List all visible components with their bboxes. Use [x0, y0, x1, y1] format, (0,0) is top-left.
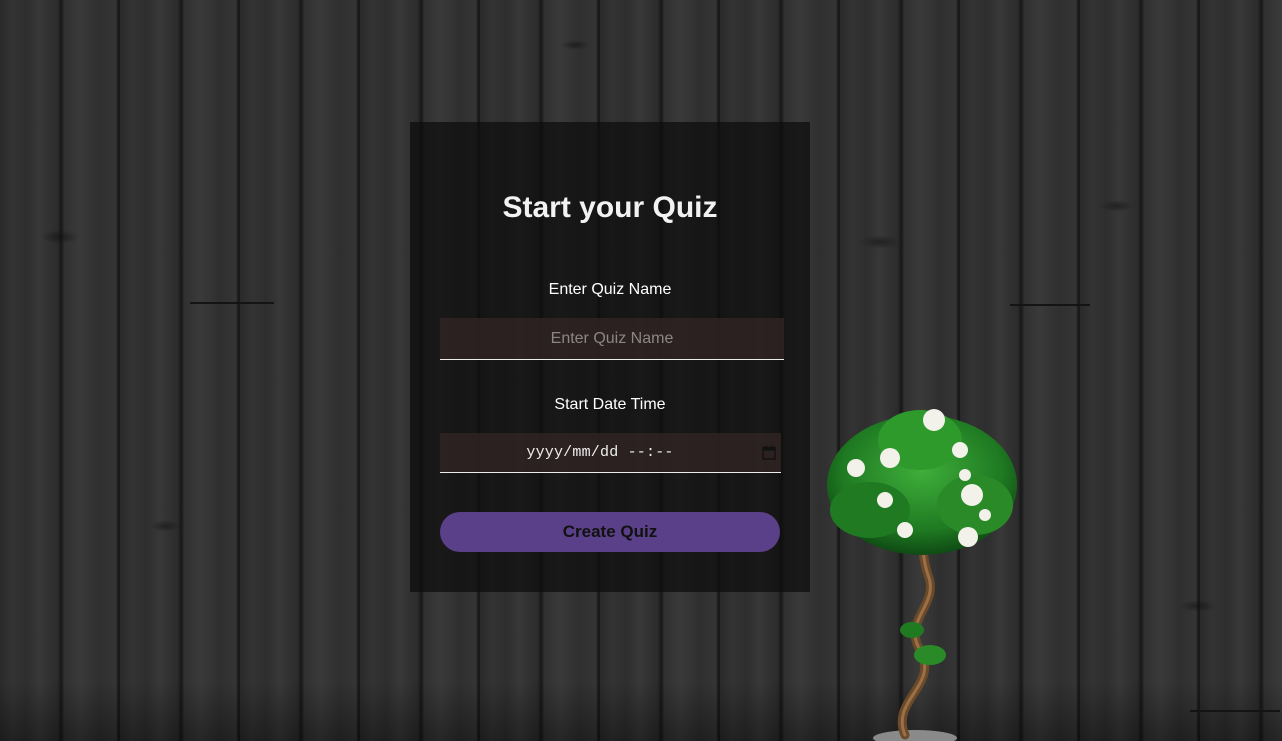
- start-date-time-label: Start Date Time: [554, 396, 666, 413]
- wood-knot: [1100, 200, 1134, 212]
- calendar-icon[interactable]: [762, 445, 776, 460]
- wood-knot: [150, 520, 180, 532]
- wood-knot: [860, 235, 900, 249]
- wood-knot: [560, 40, 590, 50]
- start-date-time-input[interactable]: yyyy/mm/dd --:--: [440, 433, 781, 473]
- quiz-name-label: Enter Quiz Name: [548, 281, 672, 298]
- date-time-value: yyyy/mm/dd --:--: [526, 444, 674, 461]
- quiz-name-input[interactable]: [440, 318, 784, 360]
- board-seam: [1190, 710, 1280, 712]
- create-quiz-button[interactable]: Create Quiz: [440, 512, 780, 552]
- rose-bonsai-plant-image: [827, 409, 1017, 741]
- wood-knot: [1180, 600, 1216, 612]
- board-seam: [190, 302, 274, 304]
- wood-knot: [40, 230, 80, 244]
- board-seam: [1010, 304, 1090, 306]
- form-title: Start your Quiz: [502, 191, 718, 224]
- quiz-form-panel: Start your Quiz Enter Quiz Name Start Da…: [410, 122, 810, 592]
